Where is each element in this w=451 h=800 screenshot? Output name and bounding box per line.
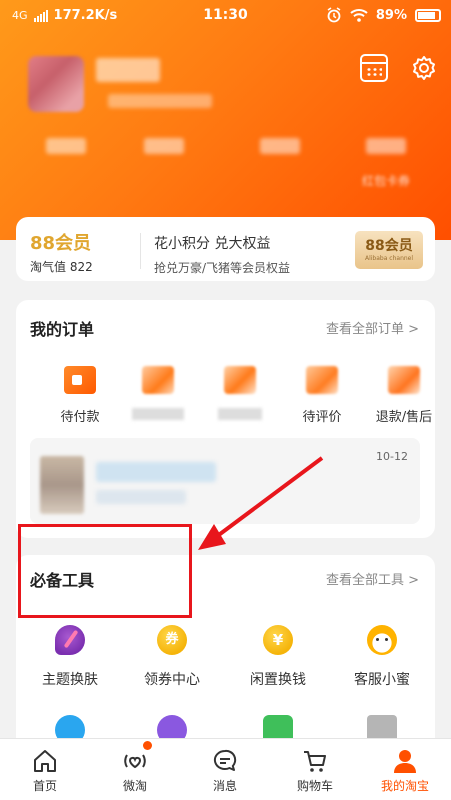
order-status-row: 待付款 待评价 退款/售后 — [16, 366, 435, 436]
home-icon — [34, 750, 56, 772]
tab-weitao[interactable]: 微淘 — [90, 739, 180, 800]
tool-theme-skin[interactable]: 主题换肤 — [20, 625, 120, 689]
orders-card: 我的订单 查看全部订单 > 待付款 待评价 退款/售后 10-12 — [16, 300, 435, 538]
order-to-ship[interactable] — [118, 366, 198, 420]
tab-cart[interactable]: 购物车 — [270, 739, 360, 800]
tools-more-link[interactable]: 查看全部工具 > — [326, 569, 419, 588]
logistics-card[interactable]: 10-12 — [30, 438, 420, 524]
profile-stats: 红包卡券 — [0, 138, 451, 198]
vip-badge[interactable]: 88会员 Alibaba channel — [355, 231, 423, 269]
logistics-text-redacted — [96, 490, 186, 504]
bottom-tab-bar: 首页 微淘 消息 购物车 我的淘宝 — [0, 738, 451, 800]
status-bar: 4G 177.2K/s 11:30 89% — [0, 0, 451, 30]
notification-dot — [143, 741, 152, 750]
wifi-icon — [350, 9, 368, 22]
product-thumbnail — [40, 456, 84, 514]
palette-icon — [55, 625, 85, 655]
message-icon — [213, 749, 237, 771]
review-icon — [306, 366, 338, 394]
order-to-receive[interactable] — [200, 366, 280, 420]
vip-card[interactable]: 88会员 淘气值 822 花小积分 兑大权益 抢兑万豪/飞猪等会员权益 88会员… — [16, 217, 435, 281]
avatar[interactable] — [28, 56, 84, 112]
vip-score: 淘气值 822 — [30, 260, 93, 274]
calendar-icon[interactable] — [360, 54, 388, 82]
order-to-review[interactable]: 待评价 — [282, 366, 362, 425]
coupon-icon: 券 — [157, 625, 187, 655]
truck-icon — [224, 366, 256, 394]
tab-home[interactable]: 首页 — [0, 739, 90, 800]
refund-icon — [388, 366, 420, 394]
wallet-icon — [64, 366, 96, 394]
vip-subtitle: 抢兑万豪/飞猪等会员权益 — [154, 261, 291, 275]
stat-coupons[interactable]: 红包卡券 — [346, 138, 426, 189]
stat-item[interactable] — [26, 138, 106, 172]
battery-icon — [415, 8, 441, 22]
gear-icon[interactable] — [410, 54, 438, 82]
vip-title: 花小积分 兑大权益 — [154, 236, 271, 252]
stat-item[interactable] — [240, 138, 320, 172]
weitao-icon — [124, 754, 146, 769]
tool-coupon-center[interactable]: 券 领券中心 — [122, 625, 222, 689]
order-refund[interactable]: 退款/售后 — [364, 366, 444, 425]
profile-icon — [394, 750, 416, 773]
assistant-icon — [367, 625, 397, 655]
battery-percent: 89% — [375, 7, 407, 23]
tool-idle-sell[interactable]: ¥ 闲置换钱 — [228, 625, 328, 689]
vip-brand: 88会员 — [30, 233, 92, 254]
divider — [140, 233, 141, 269]
username-redacted — [96, 58, 160, 82]
cart-icon — [304, 751, 326, 772]
stat-item[interactable] — [124, 138, 204, 172]
tab-my-taobao[interactable]: 我的淘宝 — [360, 739, 450, 800]
alarm-icon — [327, 7, 341, 23]
tab-messages[interactable]: 消息 — [180, 739, 270, 800]
logistics-text-redacted — [96, 462, 216, 482]
yen-icon: ¥ — [263, 625, 293, 655]
tool-customer-service[interactable]: 客服小蜜 — [332, 625, 432, 689]
screen: 4G 177.2K/s 11:30 89% 红包卡券 88会员 淘气值 822 … — [0, 0, 451, 800]
orders-title: 我的订单 — [30, 320, 95, 339]
annotation-highlight-box — [18, 524, 192, 618]
order-pending-payment[interactable]: 待付款 — [40, 366, 120, 425]
orders-more-link[interactable]: 查看全部订单 > — [326, 318, 419, 337]
logistics-date: 10-12 — [376, 450, 408, 463]
profile-header: 4G 177.2K/s 11:30 89% 红包卡券 — [0, 0, 451, 240]
user-info-redacted — [108, 94, 212, 108]
package-icon — [142, 366, 174, 394]
